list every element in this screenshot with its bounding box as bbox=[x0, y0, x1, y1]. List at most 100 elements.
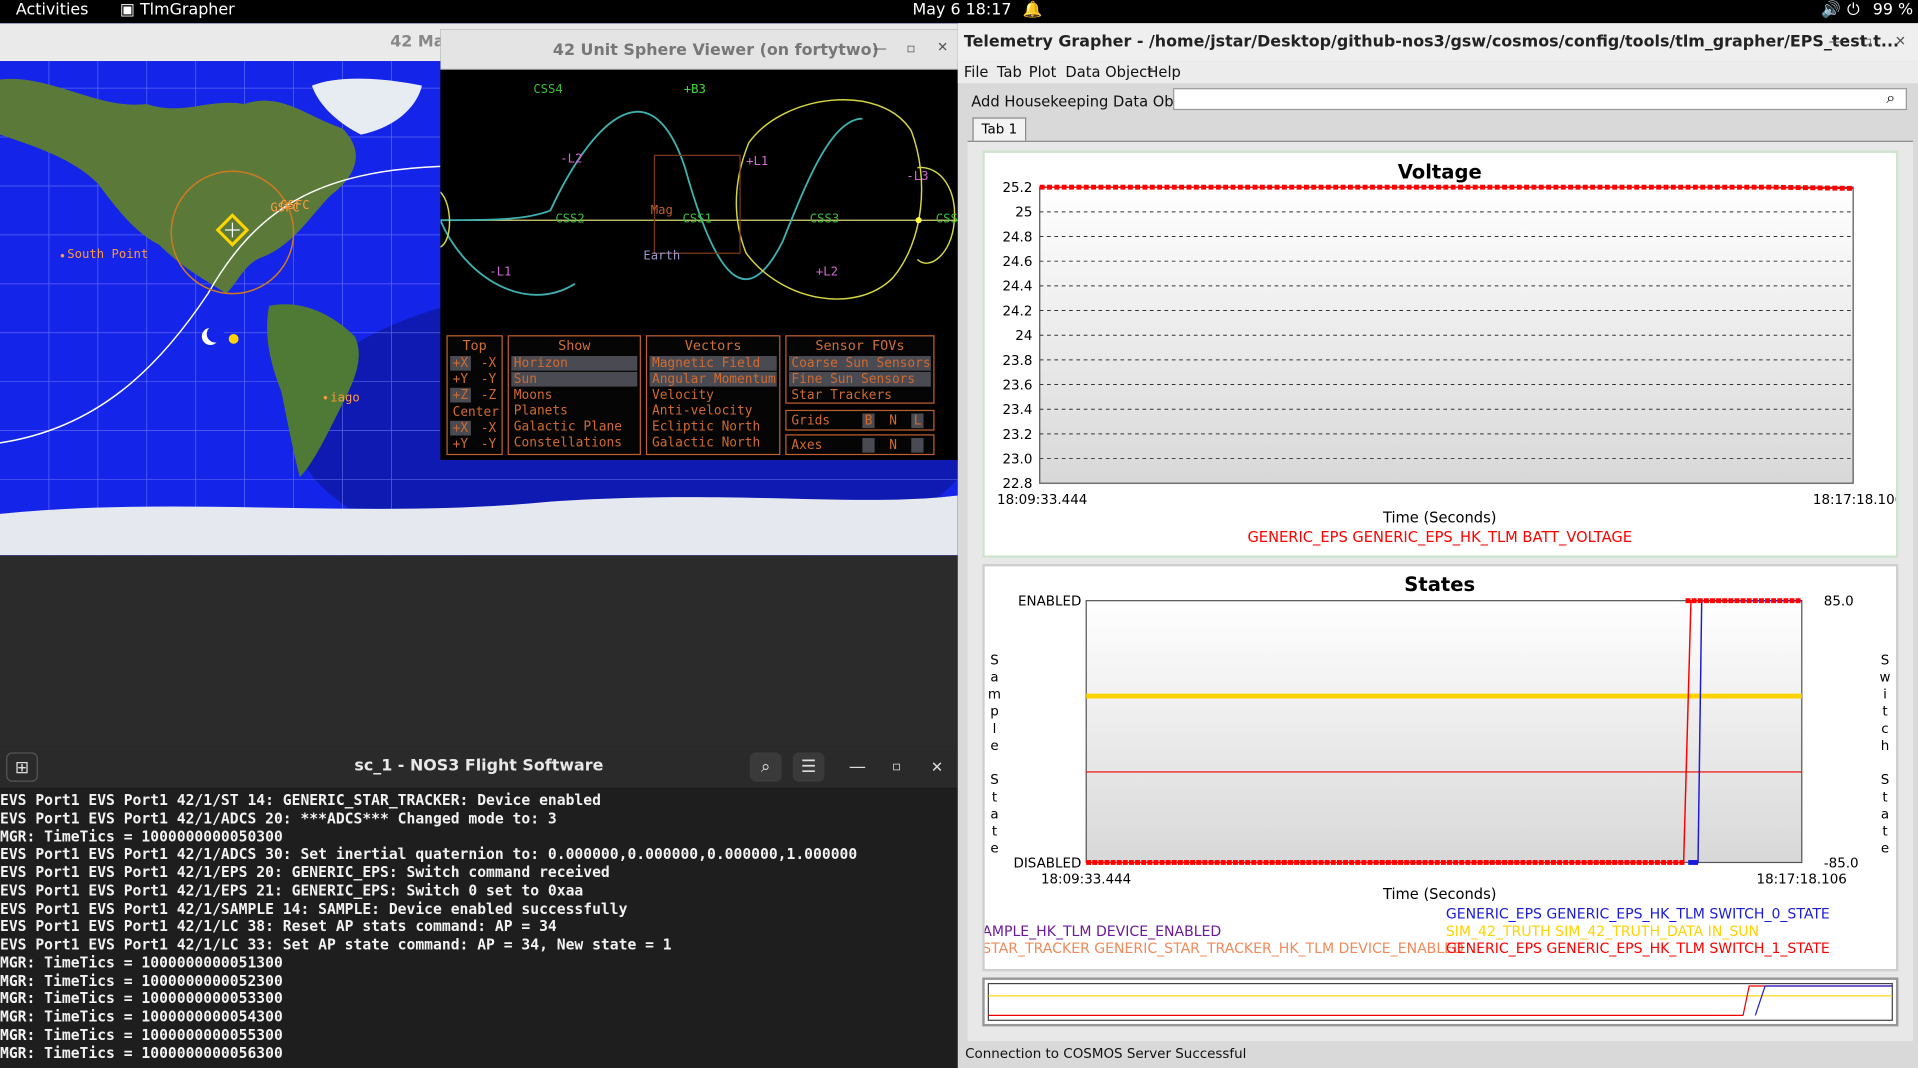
tab-content: Voltage 25.2 25 24.8 24.6 24.4 24.2 24 23.8 23.6 2… bbox=[967, 140, 1914, 1042]
show-constellations[interactable]: Constellations bbox=[511, 436, 637, 451]
grid-b-button[interactable]: B bbox=[862, 413, 875, 429]
power-icon[interactable]: ⏻ bbox=[1847, 1, 1860, 19]
sphere-titlebar[interactable]: 42 Unit Sphere Viewer (on fortytwo) — ▫ … bbox=[440, 29, 958, 70]
states-point bbox=[1526, 860, 1532, 865]
fov-fine-sun-sensors[interactable]: Fine Sun Sensors bbox=[788, 371, 931, 387]
search-icon[interactable]: ⌕ bbox=[749, 752, 782, 782]
menu-tab[interactable]: Tab bbox=[997, 64, 1022, 81]
grapher-titlebar[interactable]: Telemetry Grapher - /home/jstar/Desktop/… bbox=[957, 23, 1918, 62]
states-y-label-char: e bbox=[990, 842, 998, 857]
maximize-icon[interactable]: ▫ bbox=[1863, 33, 1872, 49]
sphere-label-css4: CSS4 bbox=[533, 83, 563, 97]
sphere-label-mag: Mag bbox=[650, 204, 673, 218]
show-moons[interactable]: Moons bbox=[511, 388, 637, 403]
states-point bbox=[1324, 860, 1330, 865]
top-minus-x[interactable]: -X bbox=[478, 356, 499, 371]
states-point bbox=[1716, 598, 1722, 604]
center-minus-y[interactable]: -Y bbox=[478, 437, 499, 452]
states-chart[interactable]: States ENABLED DISABLED 85.0 -85.0 Sa m p l e St a t… bbox=[982, 563, 1899, 972]
add-data-object-input[interactable] bbox=[1173, 88, 1907, 111]
menu-icon[interactable]: ☰ bbox=[792, 752, 825, 782]
states-point bbox=[1489, 860, 1495, 865]
center-minus-x[interactable]: -X bbox=[478, 421, 499, 436]
center-plus-y[interactable]: +Y bbox=[450, 437, 471, 452]
telemetry-grapher-window[interactable]: Telemetry Grapher - /home/jstar/Desktop/… bbox=[957, 23, 1918, 1068]
minimize-icon[interactable]: — bbox=[1829, 33, 1842, 49]
voltage-point bbox=[1531, 184, 1537, 190]
vector-galactic-north[interactable]: Galactic North bbox=[650, 436, 777, 451]
axes-b-button[interactable] bbox=[862, 437, 875, 453]
axes-l-button[interactable] bbox=[911, 437, 924, 453]
top-plus-x[interactable]: +X bbox=[450, 356, 471, 371]
show-planets[interactable]: Planets bbox=[511, 404, 637, 419]
voltage-point bbox=[1487, 184, 1493, 190]
voltage-chart[interactable]: Voltage 25.2 25 24.8 24.6 24.4 24.2 24 23.8 23.6 2… bbox=[982, 150, 1903, 558]
show-sun[interactable]: Sun bbox=[511, 371, 638, 387]
close-icon[interactable]: ✕ bbox=[921, 752, 953, 781]
states-point bbox=[1214, 860, 1220, 865]
voltage-y-tick: 24.2 bbox=[1002, 304, 1032, 319]
clock[interactable]: May 6 18:17 bbox=[913, 1, 1012, 19]
vector-velocity[interactable]: Velocity bbox=[650, 388, 777, 403]
minimize-icon[interactable]: — bbox=[873, 40, 886, 56]
terminal-output[interactable]: EVS Port1 EVS Port1 42/1/ST 14: GENERIC_… bbox=[0, 792, 958, 1068]
tab-1[interactable]: Tab 1 bbox=[972, 117, 1027, 141]
states-point bbox=[1318, 860, 1324, 865]
app-menu[interactable]: ▣ TlmGrapher bbox=[120, 1, 235, 19]
top-plus-z[interactable]: +Z bbox=[450, 387, 471, 403]
overview-strip[interactable] bbox=[982, 977, 1899, 1027]
voltage-point bbox=[1663, 184, 1669, 190]
sphere-canvas[interactable]: CSS4 +B3 -L2 +L1 -L3 CSS2 Mag CSS1 CSS3 … bbox=[440, 69, 958, 460]
voltage-point bbox=[1436, 184, 1441, 190]
maximize-icon[interactable]: ▫ bbox=[881, 752, 913, 781]
vector-anti-velocity[interactable]: Anti-velocity bbox=[650, 404, 777, 419]
minimize-icon[interactable]: — bbox=[842, 752, 874, 781]
vector-magnetic-field[interactable]: Magnetic Field bbox=[649, 356, 777, 371]
battery-level[interactable]: 99 % bbox=[1873, 1, 1913, 19]
maximize-icon[interactable]: ▫ bbox=[906, 40, 915, 56]
voltage-point bbox=[1083, 184, 1089, 190]
grid-l-button[interactable]: L bbox=[911, 413, 924, 429]
show-galactic-plane[interactable]: Galactic Plane bbox=[511, 420, 637, 435]
voltage-point bbox=[1788, 185, 1794, 190]
vector-angular-momentum[interactable]: Angular Momentum bbox=[649, 371, 777, 387]
terminal-window[interactable]: ⊞ sc_1 - NOS3 Flight Software ⌕ ☰ — ▫ ✕ … bbox=[0, 746, 958, 1068]
grid-n-button[interactable]: N bbox=[887, 413, 899, 428]
menu-data-object[interactable]: Data Object bbox=[1065, 64, 1153, 81]
grapher-title: Telemetry Grapher - /home/jstar/Desktop/… bbox=[963, 33, 1900, 52]
top-minus-z[interactable]: -Z bbox=[478, 388, 499, 403]
top-minus-y[interactable]: -Y bbox=[478, 372, 499, 387]
voltage-point bbox=[1722, 184, 1728, 190]
axes-n-button[interactable]: N bbox=[887, 438, 899, 453]
states-point bbox=[1581, 860, 1587, 865]
search-icon[interactable]: ⌕ bbox=[1886, 89, 1895, 107]
vector-ecliptic-north[interactable]: Ecliptic North bbox=[650, 420, 777, 435]
fov-coarse-sun-sensors[interactable]: Coarse Sun Sensors bbox=[788, 356, 931, 371]
menu-file[interactable]: File bbox=[964, 64, 989, 81]
states-point bbox=[1434, 860, 1440, 865]
voltage-point bbox=[1795, 185, 1801, 191]
states-point bbox=[1520, 860, 1526, 865]
show-horizon[interactable]: Horizon bbox=[511, 356, 638, 371]
fov-star-trackers[interactable]: Star Trackers bbox=[789, 388, 931, 403]
menu-help[interactable]: Help bbox=[1147, 64, 1180, 81]
voltage-point bbox=[1450, 184, 1456, 190]
terminal-headerbar[interactable]: ⊞ sc_1 - NOS3 Flight Software ⌕ ☰ — ▫ ✕ bbox=[0, 746, 958, 790]
center-plus-x[interactable]: +X bbox=[450, 420, 471, 436]
sphere-viewer-window[interactable]: 42 Unit Sphere Viewer (on fortytwo) — ▫ … bbox=[440, 29, 958, 460]
menu-plot[interactable]: Plot bbox=[1029, 64, 1057, 81]
voltage-point bbox=[1274, 184, 1280, 190]
voltage-point bbox=[1113, 184, 1119, 190]
close-icon[interactable]: ✕ bbox=[1895, 33, 1906, 49]
states-point bbox=[1636, 860, 1642, 865]
states-point bbox=[1428, 860, 1434, 865]
activities-button[interactable]: Activities bbox=[16, 1, 89, 19]
voltage-point bbox=[1832, 185, 1838, 191]
top-plus-y[interactable]: +Y bbox=[450, 372, 471, 387]
terminal-line: MGR: TimeTics = 1000000000056300 bbox=[0, 1044, 283, 1062]
states-point bbox=[1398, 860, 1404, 865]
states-point bbox=[1508, 860, 1514, 865]
close-icon[interactable]: ✕ bbox=[937, 39, 948, 55]
states-point bbox=[1116, 860, 1122, 865]
volume-icon[interactable]: 🔊 bbox=[1821, 1, 1841, 19]
